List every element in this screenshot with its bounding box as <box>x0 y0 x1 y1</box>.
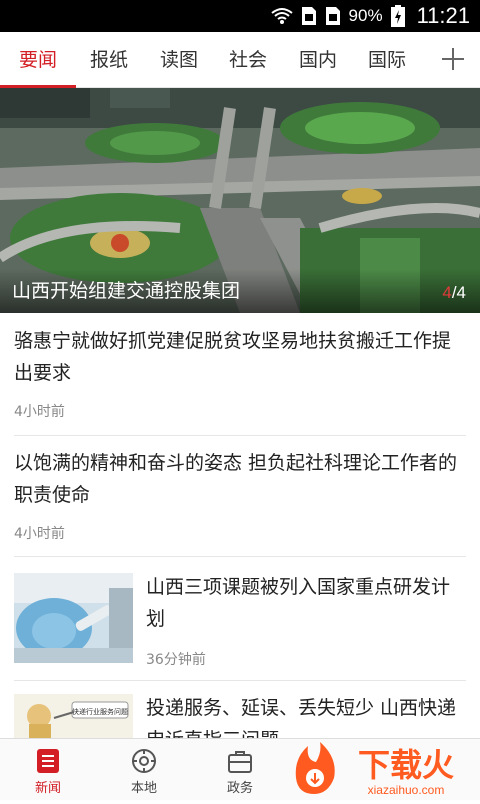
thumbnail-caption: 快递行业服务问题 <box>72 707 128 716</box>
headline-banner[interactable]: 山西开始组建交通控股集团 4/4 <box>0 88 480 313</box>
nav-local[interactable]: 本地 <box>104 739 184 801</box>
banner-current-index: 4 <box>442 283 452 302</box>
wifi-icon <box>270 7 293 25</box>
nav-government[interactable]: 政务 <box>200 739 280 801</box>
news-item[interactable]: 投递服务、延误、丢失短少 山西快递申诉直指三问题 <box>146 692 468 738</box>
compass-icon <box>130 747 158 775</box>
news-thumbnail-lab[interactable] <box>14 573 133 663</box>
news-time: 36分钟前 <box>146 652 206 668</box>
news-list-icon <box>34 747 62 775</box>
add-tab-plus-icon[interactable] <box>440 46 466 72</box>
nav-news[interactable]: 新闻 <box>8 739 88 801</box>
watermark-url: xiazaihuo.com <box>368 783 445 797</box>
nav-label: 本地 <box>130 781 157 796</box>
tab-newspaper[interactable]: 报纸 <box>80 32 138 88</box>
tab-society[interactable]: 社会 <box>219 32 277 88</box>
banner-total: /4 <box>451 283 466 302</box>
sim-card-1-icon <box>301 6 317 26</box>
category-tabs: 要闻 报纸 读图 社会 国内 国际 <box>0 32 480 88</box>
watermark-text: 下载火 <box>358 746 454 784</box>
banner-title: 山西开始组建交通控股集团 <box>12 280 241 302</box>
status-bar: 90% 11:21 <box>0 0 480 32</box>
clock: 11:21 <box>416 3 470 28</box>
divider <box>14 435 466 436</box>
briefcase-icon <box>226 747 254 775</box>
news-time: 4小时前 <box>14 526 65 542</box>
nav-label: 新闻 <box>34 781 61 796</box>
news-title: 山西三项课题被列入国家重点研发计划 <box>146 576 451 630</box>
battery-percent: 90% <box>348 6 383 25</box>
divider <box>14 556 466 557</box>
battery-charging-icon <box>390 5 405 27</box>
tab-domestic[interactable]: 国内 <box>289 32 347 88</box>
tab-pictures[interactable]: 读图 <box>150 32 208 88</box>
news-title: 骆惠宁就做好抓党建促脱贫攻坚易地扶贫搬迁工作提出要求 <box>14 330 452 384</box>
tab-headlines[interactable]: 要闻 <box>9 32 67 88</box>
news-thumbnail-cartoon[interactable]: 快递行业服务问题 <box>14 694 133 738</box>
nav-label: 政务 <box>226 781 253 796</box>
divider <box>14 680 466 681</box>
tab-international[interactable]: 国际 <box>358 32 416 88</box>
news-time: 4小时前 <box>14 404 65 420</box>
news-item[interactable]: 骆惠宁就做好抓党建促脱贫攻坚易地扶贫搬迁工作提出要求 4小时前 <box>14 325 466 421</box>
watermark-logo: 下载火 xiazaihuo.com <box>286 738 480 800</box>
news-title: 投递服务、延误、丢失短少 山西快递申诉直指三问题 <box>146 697 457 738</box>
news-item[interactable]: 山西三项课题被列入国家重点研发计划 36分钟前 <box>146 571 468 669</box>
news-title: 以饱满的精神和奋斗的姿态 担负起社科理论工作者的职责使命 <box>14 452 458 506</box>
banner-page-indicator: 4/4 <box>442 283 466 303</box>
sim-card-2-icon <box>325 6 341 26</box>
news-item[interactable]: 以饱满的精神和奋斗的姿态 担负起社科理论工作者的职责使命 4小时前 <box>14 447 466 543</box>
